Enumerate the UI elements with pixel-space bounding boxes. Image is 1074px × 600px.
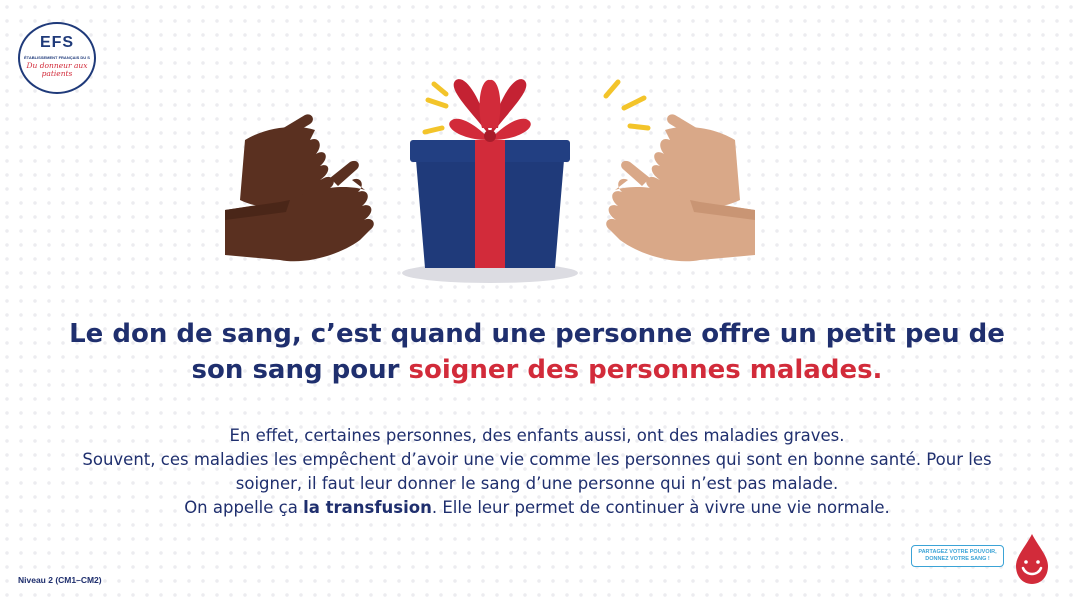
gift-box-icon <box>410 79 570 268</box>
body-line-3-suffix: . Elle leur permet de continuer à vivre … <box>431 498 890 517</box>
gift-exchange-illustration <box>225 79 755 283</box>
body-line-1: En effet, certaines personnes, des enfan… <box>229 426 845 445</box>
level-label: Niveau 2 (CM1–CM2) <box>18 575 102 585</box>
body-line-2: Souvent, ces maladies les empêchent d’av… <box>82 450 992 493</box>
body-line-3: On appelle ça la transfusion. Elle leur … <box>60 496 1014 520</box>
share-speech-bubble: PARTAGEZ VOTRE POUVOIR, DONNEZ VOTRE SAN… <box>911 545 1004 567</box>
body-paragraph: En effet, certaines personnes, des enfan… <box>60 424 1014 520</box>
transfusion-term: la transfusion <box>303 498 432 517</box>
logo-subtitle: ÉTABLISSEMENT FRANÇAIS DU SANG <box>24 55 90 60</box>
headline: Le don de sang, c’est quand une personne… <box>60 316 1014 388</box>
body-line-3-prefix: On appelle ça <box>184 498 304 517</box>
headline-highlight: soigner des personnes malades. <box>408 355 883 385</box>
share-line-2: DONNEZ VOTRE SANG ! <box>925 556 990 562</box>
blood-drop-icon <box>1016 534 1048 584</box>
share-line-1: PARTAGEZ VOTRE POUVOIR, <box>918 549 997 555</box>
light-hands-icon <box>606 114 755 262</box>
logo-brand: EFS <box>39 34 75 51</box>
logo-tagline: Du donneur aux patients <box>26 61 88 78</box>
dark-hands-icon <box>225 114 374 262</box>
efs-logo: EFS ÉTABLISSEMENT FRANÇAIS DU SANG Du do… <box>18 22 96 94</box>
